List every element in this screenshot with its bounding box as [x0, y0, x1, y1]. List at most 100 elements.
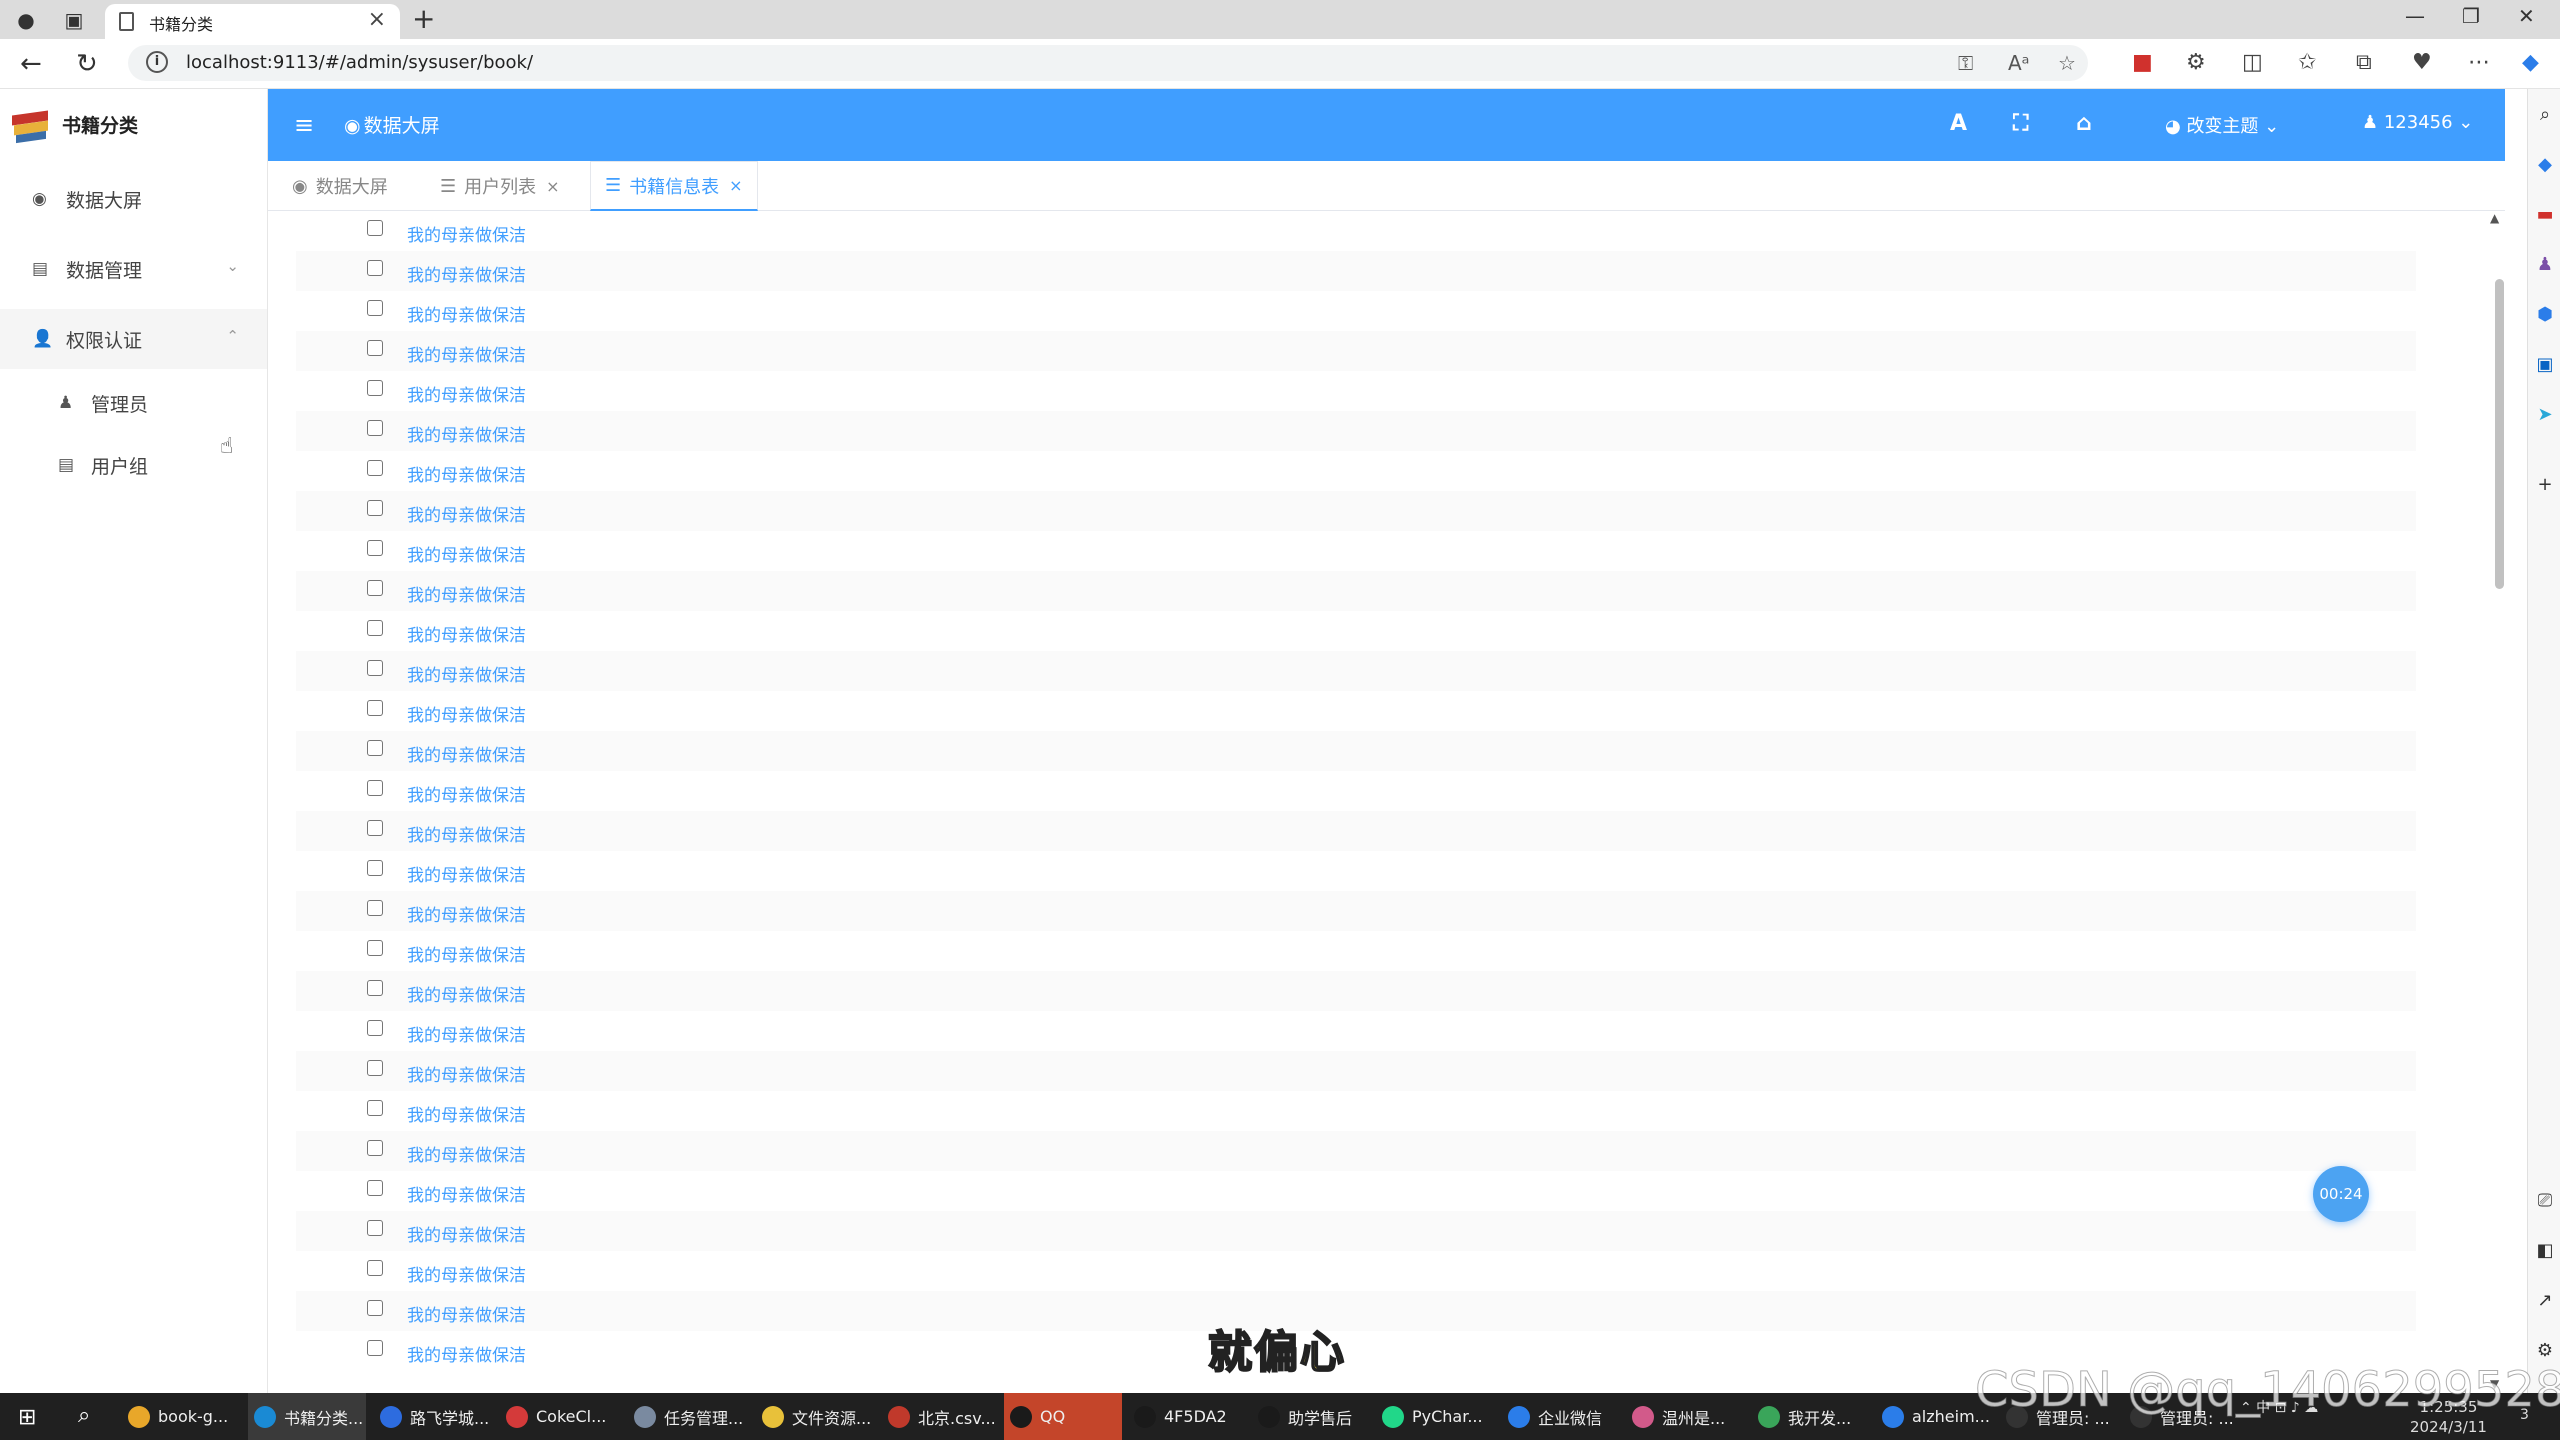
book-title-link[interactable]: 我的母亲做保洁 — [407, 1101, 526, 1126]
row-checkbox[interactable] — [367, 820, 383, 836]
sidebar-toggle-icon[interactable]: ◧ — [2534, 1239, 2556, 1261]
taskbar-app[interactable]: 文件资源... — [756, 1393, 874, 1440]
row-checkbox[interactable] — [367, 620, 383, 636]
taskbar-app[interactable]: 企业微信 — [1502, 1393, 1620, 1440]
row-checkbox[interactable] — [367, 540, 383, 556]
read-aloud-icon[interactable]: Aᵃ — [2008, 51, 2030, 75]
book-title-link[interactable]: 我的母亲做保洁 — [407, 381, 526, 406]
add-app-icon[interactable]: + — [2534, 473, 2556, 495]
back-icon[interactable]: ← — [20, 49, 42, 79]
scrollbar[interactable]: ▲ ▼ — [2487, 211, 2505, 1393]
row-checkbox[interactable] — [367, 420, 383, 436]
book-title-link[interactable]: 我的母亲做保洁 — [407, 981, 526, 1006]
row-checkbox[interactable] — [367, 1260, 383, 1276]
performance-icon[interactable]: ♥ — [2412, 50, 2432, 75]
book-title-link[interactable]: 我的母亲做保洁 — [407, 461, 526, 486]
profile-icon[interactable]: ● — [12, 6, 40, 34]
split-screen-icon[interactable]: ◫ — [2242, 50, 2263, 75]
games-icon[interactable]: ♟ — [2534, 253, 2556, 275]
collections-icon[interactable]: ⧉ — [2356, 50, 2372, 75]
row-checkbox[interactable] — [367, 1140, 383, 1156]
book-title-link[interactable]: 我的母亲做保洁 — [407, 1261, 526, 1286]
row-checkbox[interactable] — [367, 260, 383, 276]
external-link-icon[interactable]: ↗ — [2534, 1289, 2556, 1311]
book-title-link[interactable]: 我的母亲做保洁 — [407, 1021, 526, 1046]
taskbar-app[interactable]: 任务管理... — [628, 1393, 746, 1440]
book-title-link[interactable]: 我的母亲做保洁 — [407, 1221, 526, 1246]
book-title-link[interactable]: 我的母亲做保洁 — [407, 701, 526, 726]
taskbar-app[interactable]: 4F5DA2 — [1128, 1393, 1246, 1440]
menu-toggle-icon[interactable]: ≡ — [294, 111, 314, 139]
favorite-star-icon[interactable]: ☆ — [2058, 51, 2076, 75]
row-checkbox[interactable] — [367, 340, 383, 356]
taskbar-app[interactable]: CokeCl... — [500, 1393, 618, 1440]
book-title-link[interactable]: 我的母亲做保洁 — [407, 741, 526, 766]
row-checkbox[interactable] — [367, 700, 383, 716]
tab-dashboard[interactable]: ◉ 数据大屏 — [278, 161, 402, 211]
theme-switcher[interactable]: ◕ 改变主题 ⌄ — [2165, 112, 2279, 138]
home-icon[interactable]: ⌂ — [2076, 111, 2092, 136]
scroll-up-icon[interactable]: ▲ — [2490, 211, 2499, 225]
minimize-icon[interactable]: — — [2405, 4, 2425, 28]
shopping-icon[interactable]: ◆ — [2534, 153, 2556, 175]
tab-user-list[interactable]: ☰ 用户列表 × — [426, 161, 574, 211]
password-key-icon[interactable]: ⚿ — [1958, 51, 1973, 75]
tab-close-icon[interactable]: × — [729, 176, 742, 195]
row-checkbox[interactable] — [367, 740, 383, 756]
tab-actions-icon[interactable]: ▣ — [60, 6, 88, 34]
refresh-icon[interactable]: ↻ — [76, 49, 98, 79]
book-title-link[interactable]: 我的母亲做保洁 — [407, 501, 526, 526]
sidebar-item-admin[interactable]: ♟ 管理员 — [0, 373, 267, 433]
browser-tab[interactable]: 书籍分类 × — [105, 4, 400, 39]
url-field[interactable]: i localhost:9113/#/admin/sysuser/book/ ⚿… — [128, 45, 2088, 81]
book-title-link[interactable]: 我的母亲做保洁 — [407, 901, 526, 926]
user-menu[interactable]: ♟ 123456 ⌄ — [2362, 112, 2473, 133]
site-info-icon[interactable]: i — [146, 51, 168, 73]
book-title-link[interactable]: 我的母亲做保洁 — [407, 821, 526, 846]
search-icon[interactable]: ⌕ — [2534, 103, 2556, 125]
sidebar-item-data-management[interactable]: ▤ 数据管理 ⌄ — [0, 239, 267, 299]
copilot-icon[interactable]: ◆ — [2522, 50, 2539, 75]
book-title-link[interactable]: 我的母亲做保洁 — [407, 1301, 526, 1326]
url-text[interactable]: localhost:9113/#/admin/sysuser/book/ — [186, 52, 533, 73]
more-menu-icon[interactable]: ⋯ — [2468, 50, 2490, 75]
book-title-link[interactable]: 我的母亲做保洁 — [407, 221, 526, 246]
taskbar-app[interactable]: 我开发... — [1752, 1393, 1870, 1440]
book-title-link[interactable]: 我的母亲做保洁 — [407, 1341, 526, 1366]
taskbar-app[interactable]: 路飞学城... — [374, 1393, 492, 1440]
row-checkbox[interactable] — [367, 1220, 383, 1236]
sidebar-item-permissions[interactable]: 👤 权限认证 ⌃ — [0, 309, 267, 369]
row-checkbox[interactable] — [367, 980, 383, 996]
row-checkbox[interactable] — [367, 860, 383, 876]
row-checkbox[interactable] — [367, 940, 383, 956]
row-checkbox[interactable] — [367, 500, 383, 516]
book-title-link[interactable]: 我的母亲做保洁 — [407, 541, 526, 566]
favorites-icon[interactable]: ✩ — [2298, 50, 2316, 75]
settings-gear-icon[interactable]: ⚙ — [2534, 1339, 2556, 1361]
tools-icon[interactable]: ▬ — [2534, 203, 2556, 225]
search-icon[interactable]: ⌕ — [78, 1403, 90, 1428]
sidebar-item-dashboard[interactable]: ◉ 数据大屏 — [0, 169, 267, 229]
window-close-icon[interactable]: ✕ — [2518, 4, 2535, 28]
fullscreen-icon[interactable]: ⛶ — [2013, 111, 2028, 136]
book-title-link[interactable]: 我的母亲做保洁 — [407, 781, 526, 806]
book-title-link[interactable]: 我的母亲做保洁 — [407, 581, 526, 606]
extension-icon[interactable]: ■ — [2132, 50, 2153, 75]
office-icon[interactable]: ⬢ — [2534, 303, 2556, 325]
screenshot-icon[interactable]: ⎚ — [2534, 1189, 2556, 1211]
scrollbar-thumb[interactable] — [2495, 279, 2504, 589]
taskbar-app[interactable]: 助学售后 — [1252, 1393, 1370, 1440]
taskbar-app[interactable]: book-g... — [122, 1393, 240, 1440]
book-title-link[interactable]: 我的母亲做保洁 — [407, 621, 526, 646]
tab-close-icon[interactable]: × — [546, 177, 559, 196]
send-icon[interactable]: ➤ — [2534, 403, 2556, 425]
book-title-link[interactable]: 我的母亲做保洁 — [407, 1181, 526, 1206]
book-title-link[interactable]: 我的母亲做保洁 — [407, 661, 526, 686]
taskbar-app[interactable]: QQ — [1004, 1393, 1122, 1440]
book-title-link[interactable]: 我的母亲做保洁 — [407, 301, 526, 326]
timer-badge[interactable]: 00:24 — [2313, 1166, 2369, 1222]
row-checkbox[interactable] — [367, 660, 383, 676]
restore-icon[interactable]: ❐ — [2462, 4, 2480, 28]
header-title[interactable]: ◉ 数据大屏 — [344, 111, 440, 138]
taskbar-app[interactable]: 书籍分类... — [248, 1393, 366, 1440]
